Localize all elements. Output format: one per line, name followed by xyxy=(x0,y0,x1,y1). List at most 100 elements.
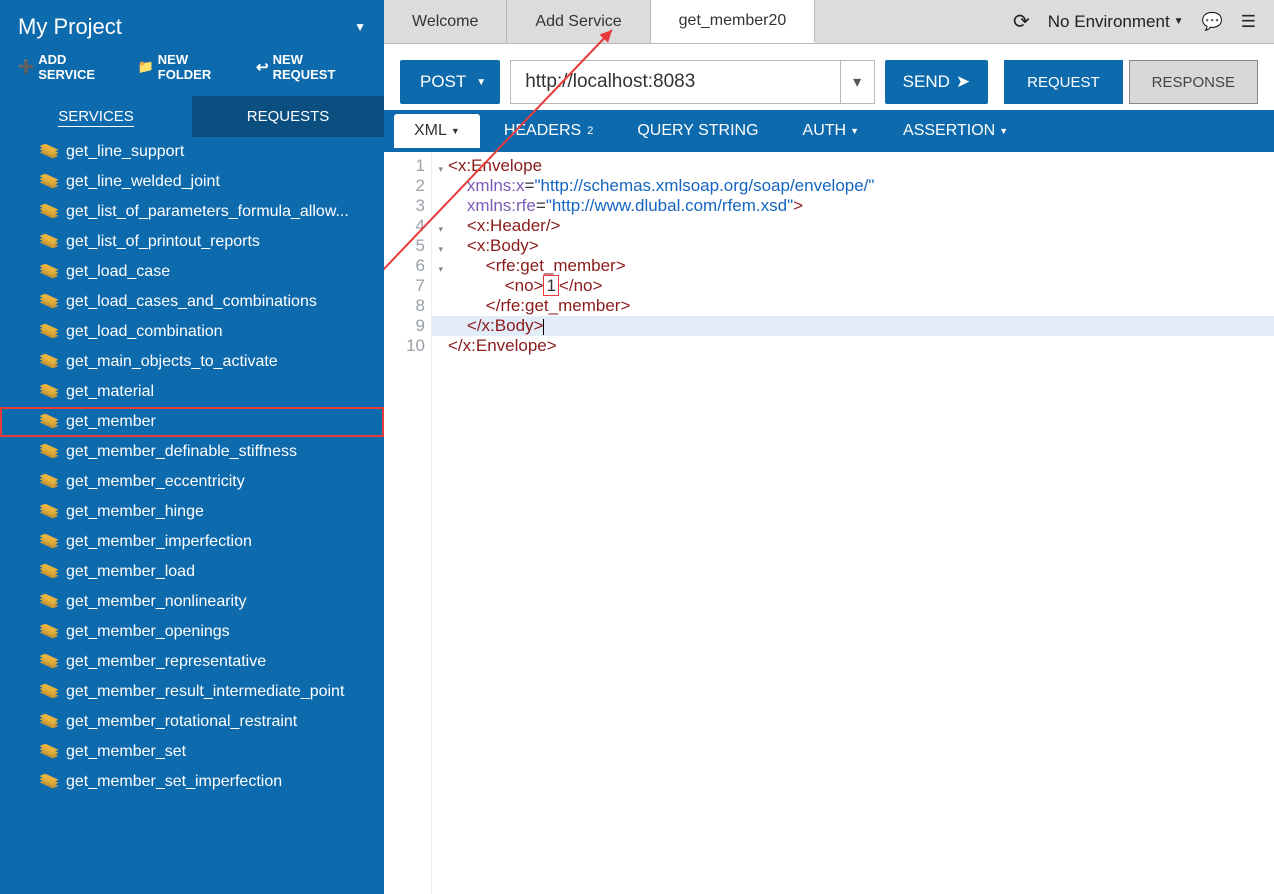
code-editor[interactable]: 12345678910 <x:Envelope xmlns:x="http://… xyxy=(384,152,1274,894)
service-item[interactable]: get_list_of_parameters_formula_allow... xyxy=(0,197,384,227)
environment-label: No Environment xyxy=(1048,12,1170,32)
service-item[interactable]: get_member_load xyxy=(0,557,384,587)
stack-icon xyxy=(42,175,56,189)
service-item[interactable]: get_main_objects_to_activate xyxy=(0,347,384,377)
add-service-button[interactable]: ➕ ADD SERVICE xyxy=(18,52,124,82)
url-history-dropdown[interactable]: ▾ xyxy=(840,61,874,103)
service-item-label: get_list_of_printout_reports xyxy=(66,233,260,251)
headers-count-badge: 2 xyxy=(587,125,593,137)
http-method-button[interactable]: POST ▼ xyxy=(400,60,500,104)
service-list[interactable]: get_line_support get_line_welded_jointget… xyxy=(0,137,384,894)
line-gutter: 12345678910 xyxy=(384,152,432,894)
caret-down-icon: ▼ xyxy=(451,126,460,136)
add-service-label: ADD SERVICE xyxy=(38,52,123,82)
tab-services[interactable]: SERVICES xyxy=(0,96,192,137)
service-item[interactable]: get_member_result_intermediate_point xyxy=(0,677,384,707)
service-item-label: get_member_eccentricity xyxy=(66,473,245,491)
stack-icon xyxy=(42,355,56,369)
service-item-label: get_member_rotational_restraint xyxy=(66,713,297,731)
service-item-label: get_member_imperfection xyxy=(66,533,252,551)
stack-icon xyxy=(42,325,56,339)
tab-request[interactable]: REQUEST xyxy=(1004,60,1123,104)
chat-icon[interactable]: 💬 xyxy=(1202,12,1223,32)
new-request-label: NEW REQUEST xyxy=(273,52,366,82)
environment-dropdown[interactable]: No Environment ▼ xyxy=(1048,12,1184,32)
tab-assertion[interactable]: ASSERTION▼ xyxy=(883,114,1028,148)
service-item[interactable]: get_load_cases_and_combinations xyxy=(0,287,384,317)
service-item[interactable]: get_member xyxy=(0,407,384,437)
send-label: SEND xyxy=(903,72,950,92)
service-item[interactable]: get_line_welded_joint xyxy=(0,167,384,197)
tab-xml[interactable]: XML▼ xyxy=(394,114,480,148)
sidebar-header: My Project ▼ xyxy=(0,0,384,48)
url-bar: ▾ xyxy=(510,60,874,104)
refresh-icon[interactable]: ⟳ xyxy=(1013,9,1030,34)
service-item[interactable]: get_member_rotational_restraint xyxy=(0,707,384,737)
top-tab[interactable]: Welcome xyxy=(384,0,507,43)
service-item[interactable]: get_member_eccentricity xyxy=(0,467,384,497)
service-item-label: get_main_objects_to_activate xyxy=(66,353,278,371)
service-item[interactable]: get_load_case xyxy=(0,257,384,287)
project-dropdown-caret[interactable]: ▼ xyxy=(354,20,366,34)
service-item-label: get_load_combination xyxy=(66,323,223,341)
caret-down-icon: ▼ xyxy=(476,77,486,88)
top-tab[interactable]: Add Service xyxy=(507,0,650,43)
stack-icon xyxy=(42,205,56,219)
service-item[interactable]: get_member_representative xyxy=(0,647,384,677)
body-tabs: XML▼ HEADERS2 QUERY STRING AUTH▼ ASSERTI… xyxy=(384,110,1274,152)
service-item[interactable]: get_list_of_printout_reports xyxy=(0,227,384,257)
tab-query-string[interactable]: QUERY STRING xyxy=(617,114,778,148)
service-item-label: get_line_welded_joint xyxy=(66,173,220,191)
service-item-label: get_member_representative xyxy=(66,653,266,671)
code-body[interactable]: <x:Envelope xmlns:x="http://schemas.xmls… xyxy=(432,152,1274,894)
url-input[interactable] xyxy=(511,61,839,103)
service-item[interactable]: get_member_definable_stiffness xyxy=(0,437,384,467)
editor-tabs-row: WelcomeAdd Serviceget_member20 xyxy=(384,0,815,43)
service-item[interactable]: get_member_imperfection xyxy=(0,527,384,557)
menu-icon[interactable]: ☰ xyxy=(1241,12,1256,32)
service-item-label: get_member_definable_stiffness xyxy=(66,443,297,461)
tab-headers[interactable]: HEADERS2 xyxy=(484,114,613,148)
top-tab[interactable]: get_member20 xyxy=(651,0,816,43)
main-panel: WelcomeAdd Serviceget_member20 ⟳ No Envi… xyxy=(384,0,1274,894)
service-item-label: get_line_support xyxy=(66,143,184,161)
caret-down-icon: ▼ xyxy=(999,126,1008,136)
service-item-label: get_member_load xyxy=(66,563,195,581)
sidebar: My Project ▼ ➕ ADD SERVICE 📁 NEW FOLDER … xyxy=(0,0,384,894)
topbar: WelcomeAdd Serviceget_member20 ⟳ No Envi… xyxy=(384,0,1274,44)
service-item[interactable]: get_member_nonlinearity xyxy=(0,587,384,617)
service-item-label: get_member_nonlinearity xyxy=(66,593,247,611)
sidebar-tabs: SERVICES REQUESTS xyxy=(0,96,384,137)
service-item[interactable]: get_member_openings xyxy=(0,617,384,647)
folder-icon: 📁 xyxy=(138,59,154,75)
service-item[interactable]: get_member_set_imperfection xyxy=(0,767,384,797)
service-item-label: get_member xyxy=(66,413,156,431)
new-folder-label: NEW FOLDER xyxy=(158,52,242,82)
stack-icon xyxy=(42,685,56,699)
service-item[interactable]: get_line_support xyxy=(0,137,384,167)
service-item[interactable]: get_load_combination xyxy=(0,317,384,347)
tab-auth[interactable]: AUTH▼ xyxy=(783,114,879,148)
service-item-label: get_member_openings xyxy=(66,623,230,641)
send-button[interactable]: SEND ➤ xyxy=(885,60,988,104)
new-folder-button[interactable]: 📁 NEW FOLDER xyxy=(138,52,242,82)
service-item-label: get_member_result_intermediate_point xyxy=(66,683,344,701)
new-request-button[interactable]: ↩ NEW REQUEST xyxy=(256,52,366,82)
service-item[interactable]: get_member_set xyxy=(0,737,384,767)
tab-response[interactable]: RESPONSE xyxy=(1129,60,1258,104)
send-icon: ➤ xyxy=(956,72,970,92)
stack-icon xyxy=(42,475,56,489)
stack-icon xyxy=(42,505,56,519)
request-row: POST ▼ ▾ SEND ➤ REQUEST RESPONSE xyxy=(384,44,1274,110)
caret-down-icon: ▼ xyxy=(1174,16,1184,27)
stack-icon xyxy=(42,145,56,159)
stack-icon xyxy=(42,295,56,309)
service-item-label: get_material xyxy=(66,383,154,401)
service-item-label: get_load_case xyxy=(66,263,170,281)
stack-icon xyxy=(42,265,56,279)
stack-icon xyxy=(42,535,56,549)
service-item[interactable]: get_member_hinge xyxy=(0,497,384,527)
http-method-label: POST xyxy=(420,72,466,92)
tab-requests[interactable]: REQUESTS xyxy=(192,96,384,137)
service-item[interactable]: get_material xyxy=(0,377,384,407)
